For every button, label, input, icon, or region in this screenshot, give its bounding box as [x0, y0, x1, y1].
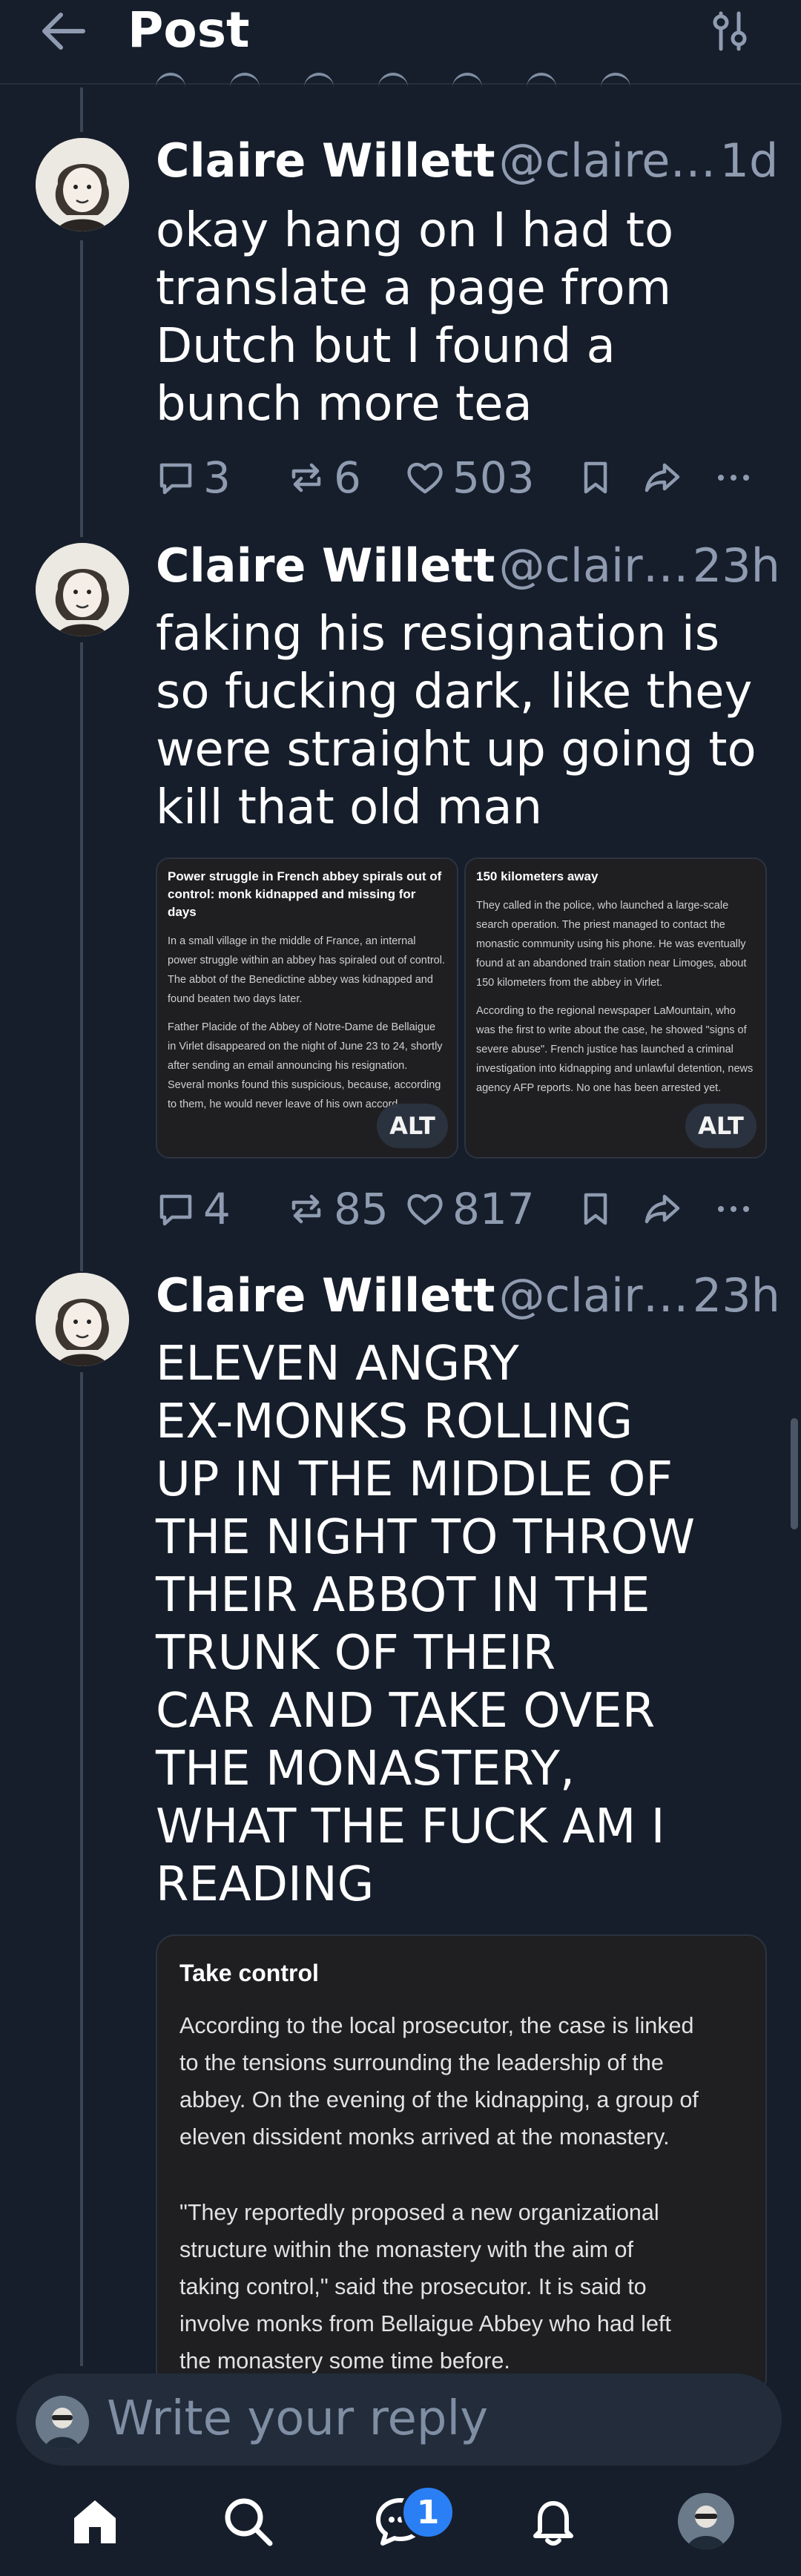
- share-icon: [645, 463, 680, 493]
- post-time: 1d: [719, 134, 779, 188]
- post-actions: 4 85 817: [156, 1184, 764, 1234]
- thread-settings-icon[interactable]: [711, 10, 749, 52]
- author-name[interactable]: Claire Willett: [156, 134, 495, 188]
- scrollbar-thumb[interactable]: [791, 1418, 798, 1529]
- repost-button[interactable]: 6: [286, 452, 361, 503]
- previous-post-actions: [156, 73, 675, 88]
- quote-paragraph: "They reportedly proposed a new organiza…: [179, 2200, 671, 2374]
- repost-icon: [291, 1194, 321, 1224]
- like-count: 817: [452, 1184, 535, 1234]
- quote-title: Take control: [179, 1960, 319, 1986]
- like-button[interactable]: 503: [405, 452, 535, 503]
- repost-count: 6: [334, 452, 361, 503]
- bookmark-icon: [584, 461, 607, 494]
- share-button[interactable]: [642, 1187, 690, 1231]
- post-text: faking his resignation is so fucking dark…: [156, 607, 756, 835]
- more-horizontal-icon: [718, 475, 749, 481]
- reply-composer[interactable]: Write your reply: [16, 2374, 782, 2465]
- home-icon: [74, 2500, 116, 2543]
- more-horizontal-icon: [718, 1206, 749, 1212]
- post-text: ELEVEN ANGRY EX-MONKS ROLLING UP IN THE MI…: [156, 1337, 696, 1912]
- bookmark-button[interactable]: [576, 455, 623, 500]
- quoted-article-image[interactable]: Take control According to the local pros…: [156, 1934, 767, 2397]
- avatar[interactable]: [36, 138, 129, 231]
- author-handle[interactable]: @clair…: [499, 538, 689, 593]
- alt-text-button[interactable]: ALT: [685, 1104, 756, 1148]
- post-time: 23h: [692, 1268, 779, 1322]
- heart-icon: [407, 1194, 443, 1225]
- bookmark-icon: [584, 1193, 607, 1225]
- search-icon: [225, 2498, 273, 2546]
- repost-button[interactable]: 85: [286, 1184, 389, 1234]
- heart-icon: [407, 463, 443, 494]
- author-handle[interactable]: @claire…: [499, 134, 716, 188]
- reply-button[interactable]: 3: [156, 452, 231, 503]
- article-screenshot-image[interactable]: 150 kilometers away They called in the p…: [464, 857, 767, 1159]
- avatar[interactable]: [36, 543, 129, 636]
- repost-icon: [291, 463, 321, 493]
- avatar[interactable]: [36, 1273, 129, 1366]
- nav-notifications[interactable]: [509, 2465, 598, 2576]
- back-arrow-icon[interactable]: [39, 10, 86, 52]
- reply-input[interactable]: Write your reply: [107, 2391, 488, 2446]
- reply-count: 4: [203, 1184, 231, 1234]
- more-options-button[interactable]: [713, 455, 761, 500]
- thread-line: [80, 88, 83, 132]
- author-name[interactable]: Claire Willett: [156, 1268, 495, 1322]
- nav-home[interactable]: [50, 2465, 139, 2576]
- share-button[interactable]: [642, 455, 690, 500]
- bottom-navigation: 1: [0, 2465, 801, 2576]
- article-screenshot-image[interactable]: Power struggle in French abbey spirals o…: [156, 857, 458, 1159]
- reply-button[interactable]: 4: [156, 1184, 231, 1234]
- post-text: okay hang on I had to translate a page fr…: [156, 203, 674, 432]
- like-button[interactable]: 817: [405, 1184, 535, 1234]
- top-bar: Post: [0, 0, 801, 85]
- profile-avatar: [678, 2492, 734, 2549]
- page-title: Post: [128, 1, 250, 59]
- quote-paragraph: According to the local prosecutor, the c…: [179, 2013, 699, 2150]
- post[interactable]: Claire Willett @claire… 1d okay hang on …: [0, 134, 801, 519]
- author-name[interactable]: Claire Willett: [156, 538, 495, 593]
- nav-messages[interactable]: 1: [356, 2465, 455, 2576]
- like-count: 503: [452, 452, 535, 503]
- reply-count: 3: [203, 452, 231, 503]
- post-time: 23h: [692, 538, 779, 593]
- repost-count: 85: [334, 1184, 389, 1234]
- share-icon: [645, 1194, 680, 1224]
- nav-search[interactable]: [203, 2465, 292, 2576]
- alt-text-button[interactable]: ALT: [377, 1104, 448, 1148]
- bell-icon: [533, 2500, 573, 2546]
- image-gallery: Power struggle in French abbey spirals o…: [156, 857, 767, 1159]
- notification-badge: 1: [400, 2485, 455, 2540]
- more-options-button[interactable]: [713, 1187, 761, 1231]
- my-avatar: [36, 2396, 89, 2449]
- comment-icon: [159, 463, 192, 495]
- nav-profile[interactable]: [662, 2465, 751, 2576]
- post-actions: 3 6 503: [156, 452, 764, 503]
- bookmark-button[interactable]: [576, 1187, 623, 1231]
- author-handle[interactable]: @clair…: [499, 1268, 689, 1322]
- post[interactable]: Claire Willett @clair… 23h faking his re…: [0, 538, 801, 1251]
- comment-icon: [159, 1194, 192, 1226]
